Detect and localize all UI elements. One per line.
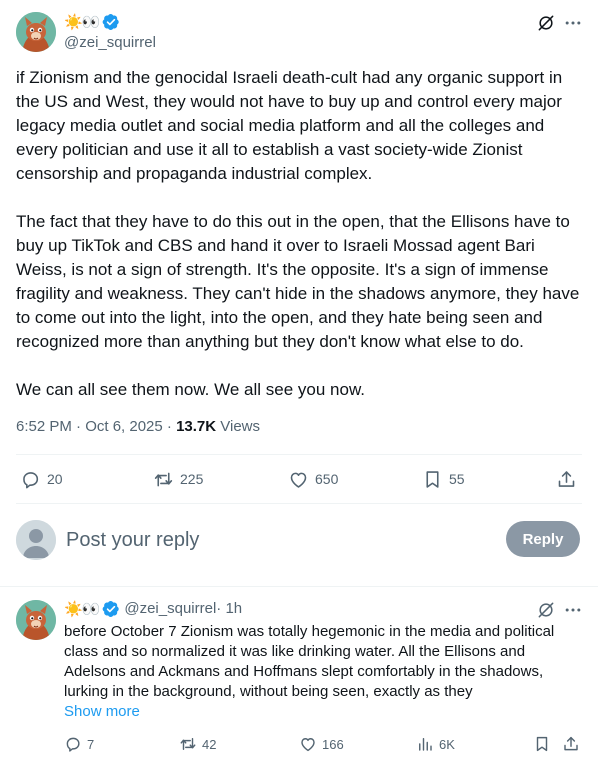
divider-top-actions (16, 454, 582, 455)
verified-badge-icon (103, 600, 120, 618)
reply-action[interactable]: 20 (20, 459, 63, 499)
repost-icon (154, 472, 173, 486)
reply-timestamp[interactable]: · 1h (216, 599, 242, 619)
like-action[interactable]: 650 (288, 459, 338, 499)
more-horizontal-icon (565, 21, 581, 25)
repost-count: 225 (180, 471, 204, 487)
show-more-link[interactable]: Show more (64, 702, 140, 722)
bookmark-icon (536, 736, 548, 752)
reply-grok-button[interactable] (535, 599, 557, 621)
reply-repost-count: 42 (202, 736, 217, 752)
post-timestamp[interactable]: 6:52 PM · Oct 6, 2025 · (16, 418, 176, 435)
reply-bookmark-action[interactable] (533, 732, 551, 756)
default-avatar-icon (16, 520, 56, 560)
reply-views-action[interactable]: 6K (416, 732, 455, 756)
reply-repost-action[interactable]: 42 (179, 732, 216, 756)
verified-badge-icon (103, 13, 120, 31)
squirrel-avatar-image (16, 600, 56, 640)
more-horizontal-icon (565, 608, 581, 612)
reply-input[interactable]: Post your reply (66, 528, 199, 552)
heart-icon (290, 472, 307, 488)
post-paragraph-2: The fact that they have to do this out i… (16, 212, 585, 351)
reply-button[interactable]: Reply (506, 521, 580, 557)
grok-icon (538, 15, 554, 31)
post-actions-bar: 20 225 650 55 (16, 459, 582, 499)
user-avatar (16, 520, 56, 560)
author-handle[interactable]: @zei_squirrel (64, 33, 156, 53)
reply-share-action[interactable] (562, 732, 580, 756)
author-name-row: ☀️👀 (64, 12, 120, 32)
reply-views-count: 6K (439, 736, 455, 752)
section-separator (0, 586, 598, 587)
post-paragraph-1: if Zionism and the genocidal Israeli dea… (16, 68, 567, 183)
share-icon (558, 470, 575, 487)
reply-actions-bar: 7 42 166 6K (64, 732, 582, 756)
reply-like-action[interactable]: 166 (299, 732, 344, 756)
post-views-count: 13.7K (176, 418, 217, 435)
reply-more-options-button[interactable] (562, 599, 584, 621)
post-views-label: Views (216, 418, 261, 435)
bookmark-icon (426, 470, 439, 488)
heart-icon (301, 738, 315, 752)
grok-button[interactable] (535, 12, 557, 34)
reply-author-row: ☀️👀 @zei_squirrel · 1h (64, 599, 242, 619)
reply-author-display-name[interactable]: ☀️👀 (64, 599, 100, 619)
reply-composer: Post your reply Reply (16, 518, 582, 562)
bookmark-action[interactable]: 55 (422, 459, 465, 499)
post-meta: 6:52 PM · Oct 6, 2025 · 13.7K Views (16, 417, 260, 437)
share-action[interactable] (556, 459, 577, 499)
reply-text: before October 7 Zionism was totally heg… (64, 623, 555, 700)
reply-reply-action[interactable]: 7 (64, 732, 94, 756)
reply-author-avatar[interactable] (16, 600, 56, 640)
reply-count: 20 (47, 471, 63, 487)
like-count: 650 (315, 471, 339, 487)
reply-bubble-icon (23, 471, 39, 488)
post-text: if Zionism and the genocidal Israeli dea… (16, 66, 586, 402)
reply-author-handle[interactable]: @zei_squirrel (124, 599, 216, 619)
reply-bubble-icon (66, 737, 80, 752)
bookmark-count: 55 (449, 471, 465, 487)
squirrel-avatar-image (16, 12, 56, 52)
more-options-button[interactable] (562, 12, 584, 34)
author-avatar[interactable] (16, 12, 56, 52)
views-chart-icon (419, 738, 432, 751)
post-paragraph-3: We can all see them now. We all see you … (16, 380, 366, 399)
reply-like-count: 166 (322, 736, 344, 752)
repost-icon (180, 738, 196, 750)
reply-reply-count: 7 (87, 736, 95, 752)
grok-icon (538, 602, 554, 618)
author-display-name[interactable]: ☀️👀 (64, 12, 100, 32)
repost-action[interactable]: 225 (153, 459, 203, 499)
share-icon (564, 736, 578, 751)
divider-bottom-actions (16, 503, 582, 504)
